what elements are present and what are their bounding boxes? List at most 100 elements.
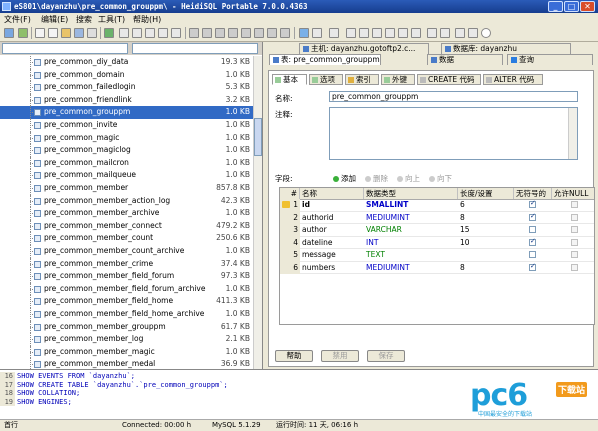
tab-table[interactable]: 表: pre_common_grouppm	[269, 54, 381, 65]
last-icon[interactable]	[228, 28, 238, 38]
nullable-checkbox[interactable]	[571, 201, 578, 208]
table-filter-input[interactable]	[132, 43, 258, 54]
tree-item[interactable]: pre_common_member_log 2.1 KB	[0, 333, 254, 346]
tree-item[interactable]: pre_common_member_crime 37.4 KB	[0, 257, 254, 271]
grid-row[interactable]: 3 author VARCHAR 15	[280, 224, 594, 237]
tree-scrollbar-thumb[interactable]	[254, 118, 262, 156]
field-type[interactable]: INT	[364, 237, 458, 250]
col-name[interactable]: 名称	[300, 188, 364, 199]
unsigned-checkbox[interactable]	[529, 262, 536, 271]
cancel-icon[interactable]	[280, 28, 290, 38]
field-name[interactable]: message	[300, 249, 364, 262]
field-name[interactable]: numbers	[300, 262, 364, 275]
link-icon[interactable]	[468, 28, 478, 38]
menu-help[interactable]: 帮助(H)	[133, 14, 161, 25]
tree-item[interactable]: pre_common_grouppm 1.0 KB	[0, 106, 254, 119]
table-name-input[interactable]: pre_common_grouppm	[329, 91, 578, 102]
subtab-alter-code[interactable]: ALTER 代码	[483, 74, 543, 85]
paste-icon[interactable]	[48, 28, 58, 38]
menu-tools[interactable]: 工具(T)	[98, 14, 125, 25]
menu-edit[interactable]: 编辑(E)	[41, 14, 68, 25]
field-length[interactable]: 15	[458, 224, 514, 237]
insert-icon[interactable]	[241, 28, 251, 38]
tree-item[interactable]: pre_common_failedlogin 5.3 KB	[0, 81, 254, 94]
subtab-indexes[interactable]: 索引	[345, 74, 379, 85]
run-icon[interactable]	[299, 28, 309, 38]
tree-item[interactable]: pre_common_member_action_log 42.3 KB	[0, 194, 254, 208]
comment-scrollbar[interactable]	[568, 108, 577, 159]
subtab-basic[interactable]: 基本	[272, 74, 307, 85]
tree-item[interactable]: pre_common_diy_data 19.3 KB	[0, 56, 254, 69]
grid-row[interactable]: 2 authorid MEDIUMINT 8	[280, 211, 594, 225]
field-length[interactable]: 6	[458, 199, 514, 212]
post-icon[interactable]	[267, 28, 277, 38]
delete-icon[interactable]	[254, 28, 264, 38]
grid-row[interactable]: 1 id SMALLINT 6	[280, 199, 594, 212]
field-length[interactable]: 8	[458, 212, 514, 225]
tree-item[interactable]: pre_common_member_count_archive 1.0 KB	[0, 245, 254, 258]
database-filter-input[interactable]	[2, 43, 128, 54]
field-type[interactable]: SMALLINT	[364, 199, 458, 212]
new-icon[interactable]	[18, 28, 28, 38]
tree-item[interactable]: pre_common_member_field_home 411.3 KB	[0, 295, 254, 308]
sync-icon[interactable]	[158, 28, 168, 38]
copy-icon[interactable]	[35, 28, 45, 38]
find-icon[interactable]	[359, 28, 369, 38]
filter-icon[interactable]	[385, 28, 395, 38]
maximize-button[interactable]: □	[564, 1, 579, 12]
refresh-icon[interactable]	[104, 28, 114, 38]
col-length[interactable]: 长度/设置	[458, 188, 514, 199]
replace-icon[interactable]	[372, 28, 382, 38]
tree-scrollbar[interactable]	[253, 56, 262, 369]
grid-row[interactable]: 4 dateline INT 10	[280, 236, 594, 250]
tab-data[interactable]: 数据	[427, 54, 503, 65]
save-button[interactable]: 保存	[367, 350, 405, 362]
explain-icon[interactable]	[329, 28, 339, 38]
nullable-checkbox[interactable]	[571, 238, 578, 246]
tree-item[interactable]: pre_common_domain 1.0 KB	[0, 68, 254, 82]
field-type[interactable]: VARCHAR	[364, 224, 458, 237]
move-down-button[interactable]: 向下	[429, 173, 452, 184]
move-up-button[interactable]: 向上	[397, 173, 420, 184]
field-length[interactable]: 8	[458, 262, 514, 275]
prev-icon[interactable]	[202, 28, 212, 38]
info-icon[interactable]	[455, 28, 465, 38]
nullable-checkbox[interactable]	[571, 263, 578, 271]
export-icon[interactable]	[145, 28, 155, 38]
delete-field-button[interactable]: 删除	[365, 173, 388, 184]
tab-database[interactable]: 数据库: dayanzhu	[441, 43, 571, 54]
tree-item[interactable]: pre_common_mailcron 1.0 KB	[0, 156, 254, 170]
tree-item[interactable]: pre_common_member_count 250.6 KB	[0, 232, 254, 245]
tree-item[interactable]: pre_common_member_field_forum_archive 1.0…	[0, 282, 254, 296]
field-name[interactable]: author	[300, 224, 364, 237]
tree-item[interactable]: pre_common_member 857.8 KB	[0, 182, 254, 195]
field-type[interactable]: TEXT	[364, 249, 458, 262]
unsigned-checkbox[interactable]	[529, 226, 536, 233]
unsigned-checkbox[interactable]	[529, 251, 536, 258]
tree-item[interactable]: pre_common_member_medal 36.9 KB	[0, 358, 254, 369]
tree-item[interactable]: pre_common_mailqueue 1.0 KB	[0, 169, 254, 182]
field-name[interactable]: dateline	[300, 237, 364, 250]
grid-row[interactable]: 6 numbers MEDIUMINT 8	[280, 261, 594, 275]
nullable-checkbox[interactable]	[571, 213, 578, 221]
subtab-foreign-keys[interactable]: 外键	[381, 74, 415, 85]
open-icon[interactable]	[61, 28, 71, 38]
subtab-create-code[interactable]: CREATE 代码	[417, 74, 481, 85]
unsigned-checkbox[interactable]	[529, 199, 536, 208]
tree-item[interactable]: pre_common_friendlink 3.2 KB	[0, 93, 254, 107]
first-icon[interactable]	[189, 28, 199, 38]
close-button[interactable]: ✕	[580, 1, 595, 12]
field-type[interactable]: MEDIUMINT	[364, 262, 458, 275]
field-name[interactable]: authorid	[300, 212, 364, 225]
menu-search[interactable]: 搜索	[76, 14, 92, 25]
subtab-options[interactable]: 选项	[309, 74, 343, 85]
tree-item[interactable]: pre_common_magic 1.0 KB	[0, 131, 254, 145]
user-icon[interactable]	[119, 28, 129, 38]
tree-item[interactable]: pre_common_member_field_forum 97.3 KB	[0, 270, 254, 283]
stop-icon[interactable]	[481, 28, 491, 38]
unsigned-checkbox[interactable]	[529, 212, 536, 221]
tree-item[interactable]: pre_common_magiclog 1.0 KB	[0, 144, 254, 157]
tree-item[interactable]: pre_common_member_connect 479.2 KB	[0, 219, 254, 233]
settings-icon[interactable]	[398, 28, 408, 38]
field-length[interactable]: 10	[458, 237, 514, 250]
